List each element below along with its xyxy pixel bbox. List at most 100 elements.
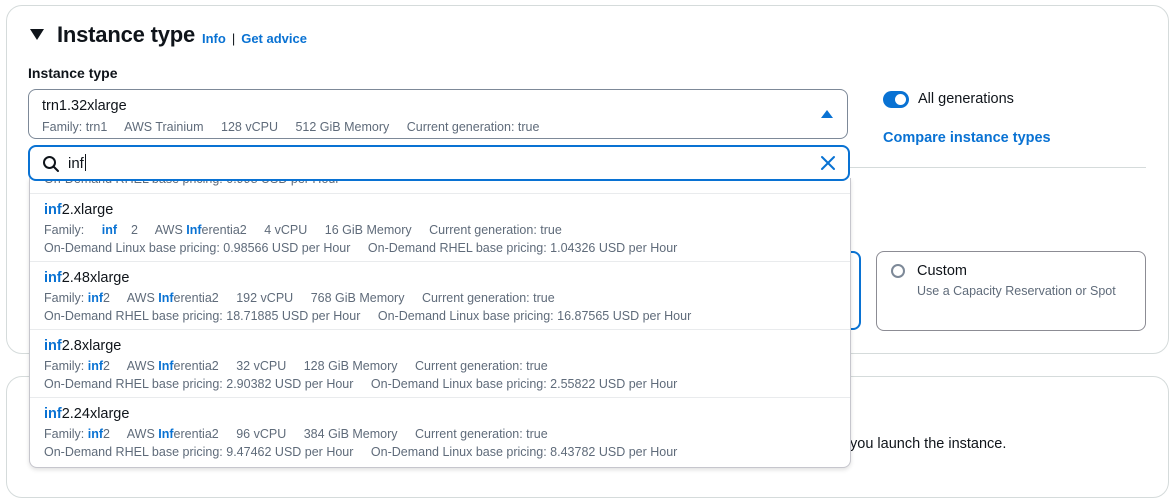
- option-meta: Family: inf2 AWS Inferentia2 32 vCPU 128…: [44, 359, 562, 373]
- match-highlight: inf: [87, 291, 104, 305]
- option-processor: AWS Inferentia2: [127, 427, 219, 441]
- option-family: Family: inf2: [44, 359, 110, 373]
- option-vcpu: 192 vCPU: [236, 291, 294, 305]
- search-query: inf: [68, 155, 84, 172]
- get-advice-link[interactable]: Get advice: [241, 31, 307, 46]
- option-family: Family: inf2: [44, 291, 110, 305]
- custom-option-card[interactable]: Custom Use a Capacity Reservation or Spo…: [876, 251, 1146, 331]
- instance-type-dropdown[interactable]: On-Demand RHEL base pricing: 0.998 USD p…: [29, 178, 851, 468]
- selected-family: Family: trn1: [42, 120, 108, 134]
- match-highlight: Inf: [158, 427, 174, 441]
- custom-radio[interactable]: [891, 264, 905, 278]
- option-name-rest: 2.24xlarge: [61, 406, 130, 422]
- search-icon: [43, 156, 59, 172]
- match-highlight: inf: [101, 223, 118, 237]
- option-name: inf2.xlarge: [44, 202, 113, 218]
- caret-up-icon[interactable]: [821, 110, 833, 118]
- option-memory: 384 GiB Memory: [303, 427, 398, 441]
- option-vcpu: 4 vCPU: [264, 223, 308, 237]
- search-input[interactable]: inf: [68, 154, 86, 172]
- option-family: Family: inf 2: [44, 223, 138, 237]
- text-cursor: [84, 154, 86, 171]
- selected-memory: 512 GiB Memory: [295, 120, 390, 134]
- option-processor: AWS Inferentia2: [155, 223, 247, 237]
- family-prefix: Family:: [44, 291, 88, 305]
- match-highlight: inf: [87, 427, 104, 441]
- option-family: Family: inf2: [44, 427, 110, 441]
- option-pricing: On-Demand RHEL base pricing: 2.90382 USD…: [44, 377, 691, 391]
- family-rest: 2: [131, 223, 138, 237]
- option-name-rest: 2.48xlarge: [61, 270, 130, 286]
- instance-type-select[interactable]: trn1.32xlarge Family: trn1 AWS Trainium …: [28, 89, 848, 139]
- option-pricing: On-Demand RHEL base pricing: 18.71885 US…: [44, 309, 705, 323]
- dropdown-option[interactable]: inf2.8xlarge Family: inf2 AWS Inferentia…: [30, 329, 850, 397]
- divider: [850, 167, 1146, 168]
- option-processor: AWS Inferentia2: [127, 359, 219, 373]
- dropdown-option[interactable]: inf2.24xlarge Family: inf2 AWS Inferenti…: [30, 397, 850, 465]
- option-processor: AWS Inferentia2: [127, 291, 219, 305]
- option-name-rest: 2.xlarge: [61, 202, 114, 218]
- section-title: Instance type: [57, 22, 196, 47]
- header-links: Info | Get advice: [202, 31, 307, 46]
- selected-meta: Family: trn1 AWS Trainium 128 vCPU 512 G…: [42, 120, 553, 134]
- proc-prefix: AWS: [126, 359, 159, 373]
- option-vcpu: 96 vCPU: [236, 427, 287, 441]
- selected-value: trn1.32xlarge: [42, 98, 127, 114]
- family-prefix: Family:: [44, 359, 88, 373]
- option-memory: 16 GiB Memory: [324, 223, 412, 237]
- option-price-2: On-Demand Linux base pricing: 8.43782 US…: [370, 445, 678, 459]
- option-price-2: On-Demand Linux base pricing: 2.55822 US…: [370, 377, 678, 391]
- selected-processor: AWS Trainium: [124, 120, 204, 134]
- proc-prefix: AWS: [126, 427, 159, 441]
- match-highlight: Inf: [186, 223, 202, 237]
- option-generation: Current generation: true: [429, 223, 562, 237]
- toggle-knob: [895, 94, 906, 105]
- option-price-1: On-Demand RHEL base pricing: 18.71885 US…: [44, 309, 361, 323]
- match-highlight: inf: [44, 270, 62, 286]
- match-highlight: Inf: [158, 291, 174, 305]
- dropdown-option[interactable]: inf2.48xlarge Family: inf2 AWS Inferenti…: [30, 261, 850, 329]
- option-name: inf2.8xlarge: [44, 338, 121, 354]
- option-generation: Current generation: true: [415, 427, 548, 441]
- custom-title: Custom: [917, 263, 967, 279]
- option-price-2: On-Demand RHEL base pricing: 1.04326 USD…: [367, 241, 678, 255]
- all-generations-label: All generations: [918, 91, 1014, 107]
- match-highlight: Inf: [158, 359, 174, 373]
- option-price-1: On-Demand Linux base pricing: 0.98566 US…: [44, 241, 351, 255]
- proc-prefix: AWS: [126, 291, 159, 305]
- proc-prefix: AWS: [154, 223, 187, 237]
- option-vcpu: 32 vCPU: [236, 359, 287, 373]
- family-prefix: Family:: [44, 427, 88, 441]
- selected-vcpu: 128 vCPU: [221, 120, 278, 134]
- option-pricing: On-Demand Linux base pricing: 0.98566 US…: [44, 241, 691, 255]
- match-highlight: inf: [44, 202, 62, 218]
- collapse-caret-icon[interactable]: [30, 29, 44, 40]
- option-price-1: On-Demand RHEL base pricing: 9.47462 USD…: [44, 445, 354, 459]
- option-name-rest: 2.8xlarge: [61, 338, 122, 354]
- proc-rest: erentia2: [173, 291, 219, 305]
- family-prefix: Family:: [44, 223, 88, 237]
- clear-icon[interactable]: [820, 155, 836, 171]
- info-link[interactable]: Info: [202, 31, 226, 46]
- filter-search-box[interactable]: inf: [28, 145, 850, 181]
- option-meta: Family: inf2 AWS Inferentia2 192 vCPU 76…: [44, 291, 569, 305]
- family-rest: 2: [103, 427, 110, 441]
- match-highlight: inf: [44, 406, 62, 422]
- option-price-2: On-Demand Linux base pricing: 16.87565 U…: [377, 309, 692, 323]
- option-price-1: On-Demand RHEL base pricing: 2.90382 USD…: [44, 377, 354, 391]
- option-memory: 128 GiB Memory: [303, 359, 398, 373]
- option-name: inf2.48xlarge: [44, 270, 129, 286]
- dropdown-option[interactable]: inf2.xlarge Family: inf 2 AWS Inferentia2…: [30, 193, 850, 261]
- compare-instance-types-link[interactable]: Compare instance types: [883, 130, 1051, 146]
- selected-generation: Current generation: true: [406, 120, 540, 134]
- background-text: you launch the instance.: [850, 436, 1007, 452]
- option-meta: Family: inf2 AWS Inferentia2 96 vCPU 384…: [44, 427, 562, 441]
- proc-rest: erentia2: [173, 359, 219, 373]
- family-rest: 2: [103, 359, 110, 373]
- option-memory: 768 GiB Memory: [310, 291, 405, 305]
- proc-rest: erentia2: [173, 427, 219, 441]
- option-pricing: On-Demand RHEL base pricing: 9.47462 USD…: [44, 445, 691, 459]
- all-generations-toggle[interactable]: [883, 91, 909, 108]
- option-generation: Current generation: true: [421, 291, 555, 305]
- match-highlight: inf: [44, 338, 62, 354]
